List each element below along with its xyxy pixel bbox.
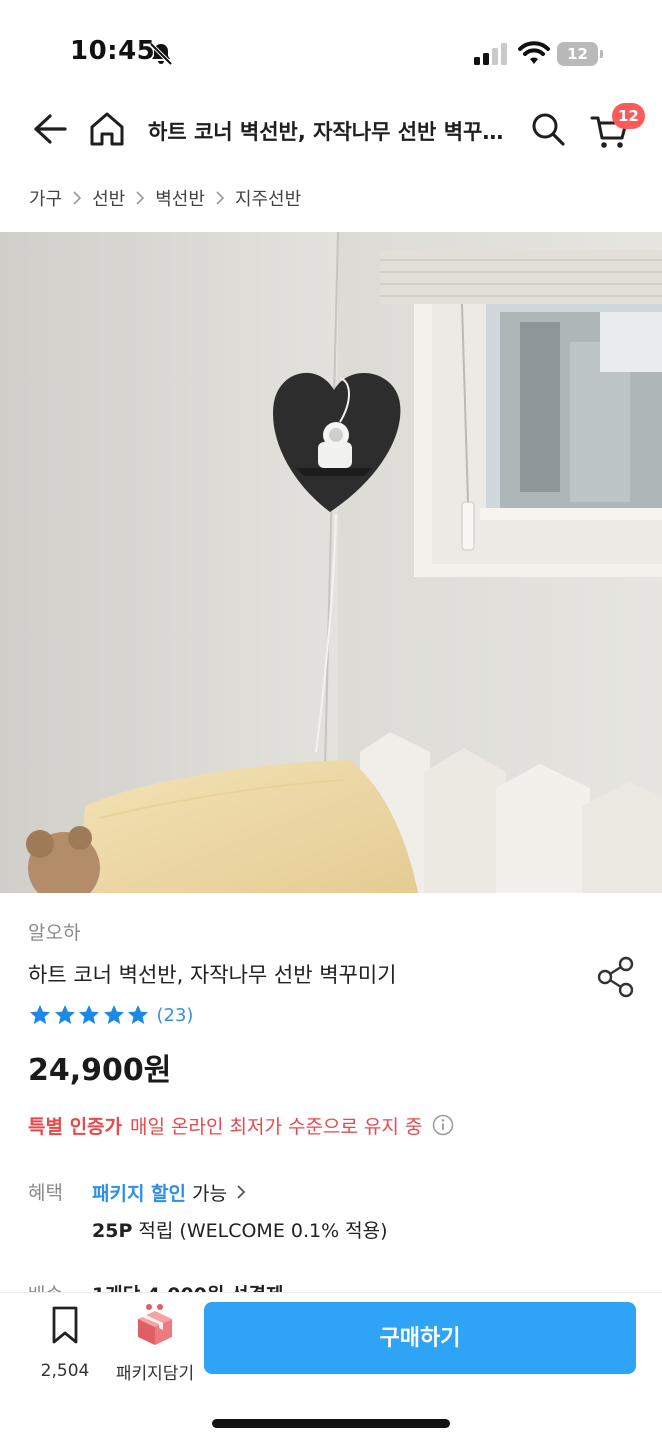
points-row: 25P 적립 (WELCOME 0.1% 적용)	[92, 1216, 388, 1243]
signal-icon	[474, 43, 507, 65]
bookmark-icon	[52, 1306, 78, 1344]
breadcrumb: 가구 선반 벽선반 지주선반	[29, 185, 301, 211]
points-value: 25P	[92, 1220, 133, 1242]
battery-icon: 12	[557, 42, 603, 66]
share-icon[interactable]	[596, 956, 636, 998]
back-arrow-icon[interactable]	[30, 110, 68, 148]
review-count[interactable]: (23)	[157, 1005, 194, 1026]
package-discount-suffix: 가능	[192, 1182, 227, 1205]
brand-name[interactable]: 알오하	[28, 918, 80, 945]
info-icon[interactable]	[432, 1114, 454, 1136]
status-time: 10:45	[70, 36, 156, 66]
bottom-action-bar: 2,504 패키지담기 구매하기	[0, 1292, 662, 1440]
home-indicator	[212, 1419, 450, 1428]
star-icon	[30, 1005, 50, 1024]
wifi-icon	[518, 41, 550, 64]
breadcrumb-item[interactable]: 지주선반	[235, 185, 301, 211]
product-image[interactable]	[0, 232, 662, 893]
benefit-label: 혜택	[28, 1182, 63, 1204]
chevron-right-icon	[216, 191, 225, 205]
breadcrumb-item[interactable]: 선반	[92, 185, 125, 211]
rating[interactable]: (23)	[28, 1002, 193, 1028]
breadcrumb-item[interactable]: 가구	[29, 185, 62, 211]
top-nav: 하트 코너 벽선반, 자작나무 선반 벽꾸미기 12	[0, 100, 662, 162]
chevron-right-icon	[73, 191, 82, 205]
buy-button[interactable]: 구매하기	[204, 1302, 636, 1374]
battery-level: 12	[557, 42, 598, 66]
points-description: 적립 (WELCOME 0.1% 적용)	[138, 1220, 388, 1242]
gift-box-icon	[138, 1304, 172, 1345]
star-icon	[128, 1005, 148, 1024]
package-label: 패키지담기	[115, 1364, 195, 1384]
certified-description: 매일 온라인 최저가 수준으로 유지 중	[130, 1115, 423, 1138]
cart-count-badge: 12	[612, 103, 645, 129]
certified-tag: 특별 인증가	[28, 1115, 123, 1138]
bell-slash-icon	[149, 42, 173, 66]
star-rating	[28, 1003, 151, 1027]
home-icon[interactable]	[88, 109, 126, 149]
price: 24,900원	[28, 1053, 172, 1088]
search-icon[interactable]	[530, 111, 566, 147]
chevron-right-icon	[136, 191, 145, 205]
breadcrumb-item[interactable]: 벽선반	[155, 185, 205, 211]
status-bar: 10:45 12	[0, 0, 662, 100]
bookmark-button[interactable]: 2,504	[30, 1305, 100, 1381]
certified-price-notice: 특별 인증가 매일 온라인 최저가 수준으로 유지 중	[28, 1110, 454, 1140]
add-to-package-button[interactable]: 패키지담기	[108, 1303, 202, 1384]
header-title: 하트 코너 벽선반, 자작나무 선반 벽꾸미기	[148, 120, 514, 144]
star-icon	[54, 1005, 75, 1024]
chevron-right-icon	[237, 1185, 246, 1199]
bookmark-count: 2,504	[40, 1361, 90, 1381]
star-icon	[79, 1005, 99, 1024]
package-discount-link[interactable]: 패키지 할인	[92, 1179, 186, 1206]
star-icon	[103, 1005, 124, 1024]
package-discount-row[interactable]: 패키지 할인 가능	[92, 1178, 249, 1206]
product-name: 하트 코너 벽선반, 자작나무 선반 벽꾸미기	[28, 963, 397, 987]
